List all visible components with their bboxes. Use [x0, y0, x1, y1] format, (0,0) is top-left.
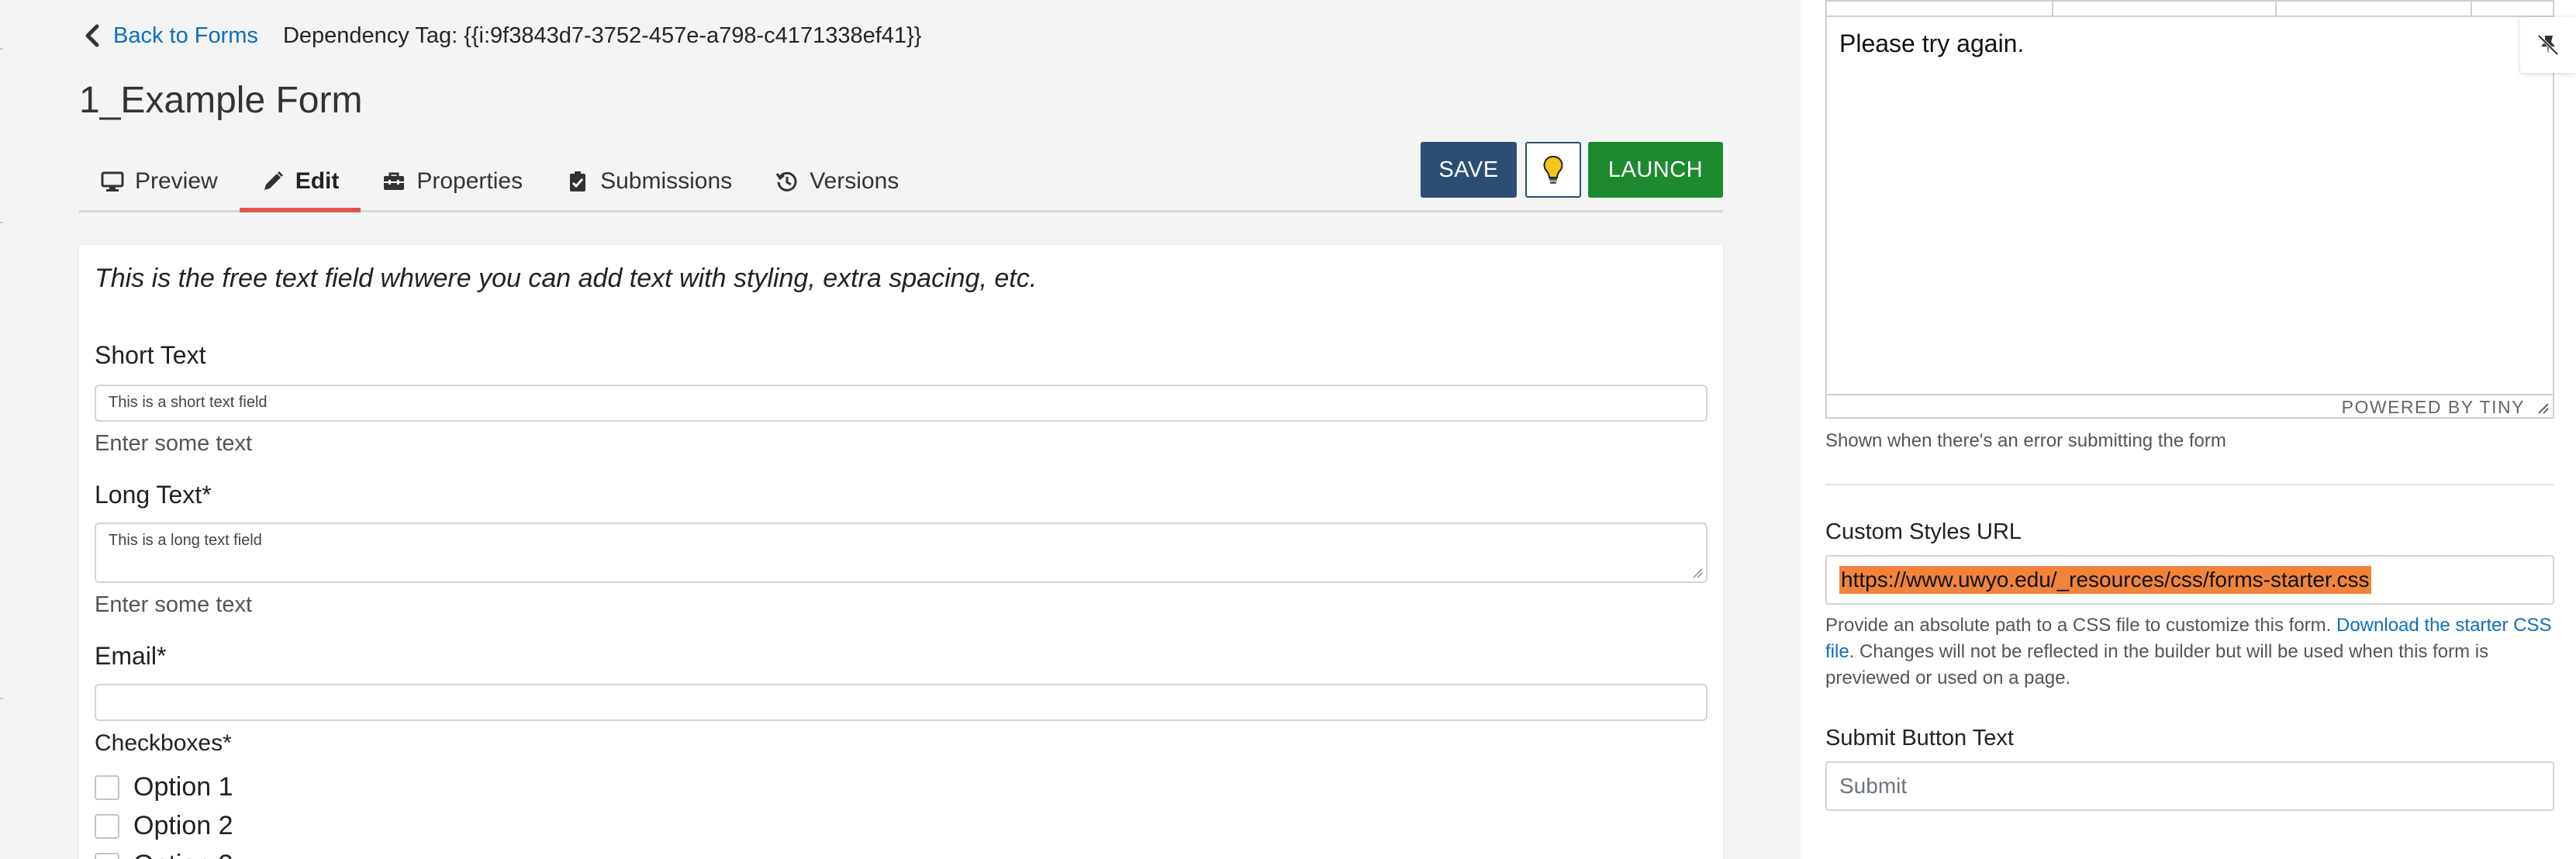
back-to-forms-link[interactable]: Back to Forms	[84, 23, 258, 49]
long-text-textarea[interactable]: This is a long text field	[95, 523, 1708, 583]
checkbox-option[interactable]: Option 2	[95, 811, 233, 841]
editor-toolbar	[1827, 2, 2553, 17]
short-text-label: Short Text	[95, 341, 206, 369]
custom-styles-help-suffix: . Changes will not be reflected in the b…	[1825, 641, 2489, 688]
submit-button-text-label: Submit Button Text	[1825, 726, 2014, 750]
custom-styles-label: Custom Styles URL	[1825, 519, 2022, 544]
settings-pane: Please try again. POWERED BY TINY Shown …	[1801, 0, 2576, 859]
back-to-forms-label: Back to Forms	[113, 22, 258, 48]
tab-submissions[interactable]: Submissions	[544, 155, 754, 208]
error-message-editor: Please try again. POWERED BY TINY	[1825, 0, 2554, 419]
form-canvas: This is the free text field whwere you c…	[79, 245, 1723, 859]
long-text-label: Long Text*	[95, 481, 212, 509]
editor-statusbar: POWERED BY TINY	[1827, 394, 2553, 417]
checkbox-option[interactable]: Option 1	[95, 772, 233, 802]
toolbar-separator	[2471, 2, 2472, 17]
toolbar-separator	[2275, 2, 2277, 17]
short-text-help: Enter some text	[95, 431, 253, 456]
custom-styles-help: Provide an absolute path to a CSS file t…	[1825, 612, 2554, 692]
tab-submissions-label: Submissions	[600, 168, 733, 194]
short-text-placeholder: This is a short text field	[109, 394, 268, 411]
pencil-icon	[264, 171, 283, 190]
long-text-help: Enter some text	[95, 592, 253, 617]
checkbox[interactable]	[95, 813, 119, 839]
clipboard-check-icon	[570, 171, 586, 191]
email-field[interactable]	[95, 684, 1708, 721]
chevron-left-icon	[85, 24, 99, 47]
resize-grip-icon[interactable]	[1692, 567, 1703, 578]
toolbox-icon	[384, 172, 405, 190]
pin-panel-button[interactable]	[2520, 17, 2576, 73]
save-button[interactable]: SAVE	[1421, 142, 1517, 198]
editor-content[interactable]: Please try again.	[1839, 29, 2024, 58]
checkbox[interactable]	[95, 774, 119, 800]
edge-mark	[0, 48, 3, 50]
history-icon	[775, 171, 797, 191]
submit-button-text-input[interactable]: Submit	[1825, 761, 2554, 811]
custom-styles-url-input[interactable]: https://www.uwyo.edu/_resources/css/form…	[1825, 555, 2554, 605]
monitor-icon	[101, 171, 124, 191]
edge-mark	[0, 698, 3, 699]
checkbox-option-label: Option 3	[133, 850, 233, 859]
checkbox-option[interactable]: Option 3	[95, 850, 233, 859]
tab-properties[interactable]: Properties	[361, 155, 544, 208]
custom-styles-help-prefix: Provide an absolute path to a CSS file t…	[1825, 615, 2336, 636]
long-text-placeholder: This is a long text field	[109, 532, 262, 549]
form-builder-pane: Back to Forms Dependency Tag: {{i:9f3843…	[0, 0, 1801, 859]
thumbtack-slash-icon	[2537, 34, 2559, 56]
checkboxes-label: Checkboxes*	[95, 730, 232, 756]
section-divider	[1825, 484, 2554, 485]
free-text-block[interactable]: This is the free text field whwere you c…	[95, 264, 1037, 294]
tab-preview-label: Preview	[135, 168, 218, 194]
powered-by-tiny[interactable]: POWERED BY TINY	[2342, 397, 2525, 418]
dependency-tag: Dependency Tag: {{i:9f3843d7-3752-457e-a…	[282, 22, 922, 48]
tab-preview[interactable]: Preview	[79, 155, 240, 208]
tab-edit[interactable]: Edit	[239, 155, 361, 212]
lightbulb-icon	[1543, 155, 1563, 184]
tab-versions-label: Versions	[810, 168, 900, 194]
page-title: 1_Example Form	[79, 80, 363, 121]
tab-versions[interactable]: Versions	[754, 155, 920, 208]
hint-button[interactable]	[1525, 142, 1581, 198]
checkbox-option-label: Option 2	[133, 811, 233, 840]
submit-button-text-placeholder: Submit	[1839, 774, 1908, 798]
checkbox[interactable]	[95, 852, 119, 859]
breadcrumb: Back to Forms Dependency Tag: {{i:9f3843…	[84, 20, 921, 51]
email-label: Email*	[95, 642, 167, 670]
checkbox-option-label: Option 1	[133, 772, 233, 802]
custom-styles-url-value: https://www.uwyo.edu/_resources/css/form…	[1839, 566, 2371, 594]
error-message-help: Shown when there's an error submitting t…	[1825, 430, 2226, 451]
toolbar-separator	[2052, 2, 2053, 17]
tab-edit-label: Edit	[295, 168, 340, 194]
short-text-input[interactable]: This is a short text field	[95, 385, 1708, 422]
launch-button[interactable]: LAUNCH	[1588, 142, 1723, 198]
edge-mark	[0, 222, 3, 223]
tab-properties-label: Properties	[416, 168, 523, 194]
resize-handle-icon[interactable]	[2536, 401, 2550, 415]
